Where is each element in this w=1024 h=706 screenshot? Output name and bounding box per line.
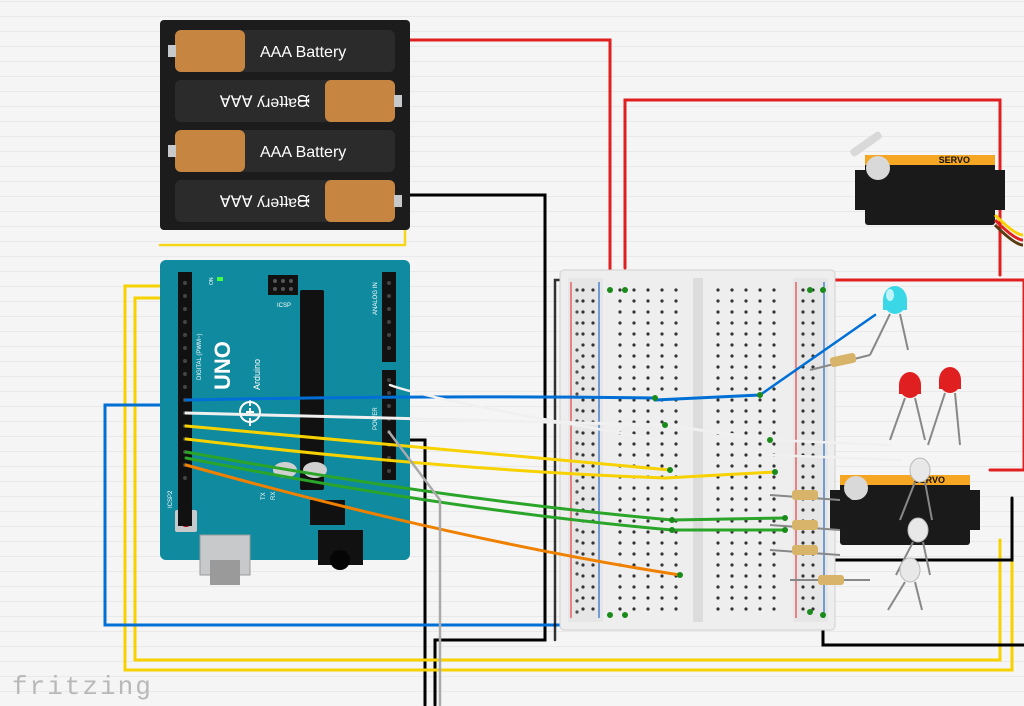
svg-text:∀∀∀ ʎɹǝʇʇɐᙠ: ∀∀∀ ʎɹǝʇʇɐᙠ <box>220 94 310 111</box>
svg-text:RX: RX <box>271 492 277 500</box>
battery-3: AAA Battery <box>168 130 395 172</box>
servo-top: SERVO <box>849 130 1023 245</box>
svg-text:ICSP2: ICSP2 <box>168 490 174 508</box>
svg-text:AAA Battery: AAA Battery <box>260 144 346 161</box>
svg-text:∀∀∀ ʎɹǝʇʇɐᙠ: ∀∀∀ ʎɹǝʇʇɐᙠ <box>220 194 310 211</box>
battery-1: AAA Battery <box>168 30 395 72</box>
breadboard <box>560 270 835 630</box>
battery-pack: AAA Battery ∀∀∀ ʎɹǝʇʇɐᙠ AAA Battery ∀∀∀ … <box>160 20 410 230</box>
brand-watermark: fritzing <box>12 672 153 702</box>
svg-text:ICSP: ICSP <box>277 303 291 309</box>
svg-text:AAA Battery: AAA Battery <box>260 44 346 61</box>
led-white-3 <box>888 558 922 610</box>
led-red-2 <box>928 367 961 445</box>
svg-text:Arduino: Arduino <box>252 359 262 390</box>
battery-4: ∀∀∀ ʎɹǝʇʇɐᙠ <box>175 180 402 222</box>
arduino-uno: ICSP ICSP2 UNO Arduino DIGITAL (PWM~) AN… <box>160 260 410 585</box>
svg-text:SERVO: SERVO <box>939 155 970 165</box>
svg-text:ANALOG IN: ANALOG IN <box>373 282 379 315</box>
diagram-canvas: AAA Battery ∀∀∀ ʎɹǝʇʇɐᙠ AAA Battery ∀∀∀ … <box>0 0 1024 706</box>
battery-2: ∀∀∀ ʎɹǝʇʇɐᙠ <box>175 80 402 122</box>
led-red-1 <box>890 372 925 440</box>
svg-text:DIGITAL (PWM~): DIGITAL (PWM~) <box>197 333 203 380</box>
svg-text:TX: TX <box>261 492 267 500</box>
svg-text:ON: ON <box>209 277 215 285</box>
led-cyan <box>870 286 908 355</box>
svg-text:UNO: UNO <box>210 341 235 390</box>
